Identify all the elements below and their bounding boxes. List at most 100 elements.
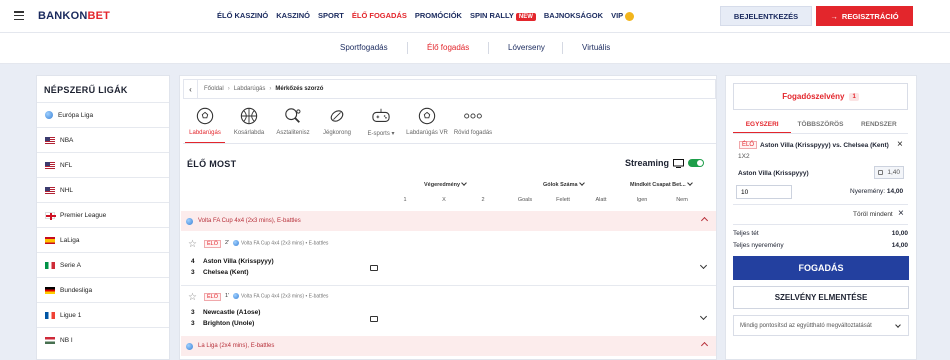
league-label: NFL xyxy=(60,161,73,169)
column-label: 2 xyxy=(481,197,485,203)
sport-label: Labdarúgás VR xyxy=(406,130,448,136)
breadcrumb-home[interactable]: Főoldal xyxy=(204,86,224,92)
league-item[interactable]: Európa Liga xyxy=(37,102,169,127)
league-item[interactable]: NB I xyxy=(37,327,169,352)
subnav-virtual[interactable]: Virtuális xyxy=(582,43,610,52)
clear-all-link[interactable]: Töröl mindent xyxy=(853,211,893,218)
winnings-label: Nyeremény: xyxy=(850,188,886,195)
odds-box: 1,40 xyxy=(874,166,904,179)
odds-change-select[interactable]: Mindig pontosítsd az együttható megválto… xyxy=(733,315,909,336)
us-flag-icon xyxy=(45,161,55,169)
menu-icon[interactable] xyxy=(14,11,24,20)
league-item[interactable]: NHL xyxy=(37,177,169,202)
tab-table-tennis[interactable]: Asztalitenisz xyxy=(271,106,315,137)
tab-single[interactable]: EGYSZERI xyxy=(733,117,792,133)
tab-esports[interactable]: E-sports ▾ xyxy=(359,106,403,137)
tv-icon[interactable] xyxy=(370,316,378,322)
league-item[interactable]: Serie A xyxy=(37,252,169,277)
market-selector[interactable]: Végeredmény xyxy=(424,180,467,188)
live-badge: ÉLŐ xyxy=(204,240,222,248)
column-label: Nem xyxy=(676,197,688,203)
league-item[interactable]: Premier League xyxy=(37,202,169,227)
section-title: ÉLŐ MOST xyxy=(187,159,237,169)
nav-casino[interactable]: KASZINÓ xyxy=(276,11,310,21)
tab-system[interactable]: RENDSZER xyxy=(850,117,908,133)
logo[interactable]: BANKONBET xyxy=(38,10,110,22)
away-score: 3 xyxy=(191,269,195,276)
bet-slip-header[interactable]: Fogadószelvény 1 xyxy=(733,83,908,110)
home-team-name: Aston Villa (Krisspyyy) xyxy=(203,258,274,265)
tab-basketball[interactable]: Kosárlabda xyxy=(227,106,271,137)
bet-slip-panel: Fogadószelvény 1 EGYSZERI TÖBBSZÖRÖS REN… xyxy=(725,75,917,360)
match-minute: 2' xyxy=(225,240,230,246)
potential-win: Nyeremény: 14,00 xyxy=(850,188,903,195)
nav-sport[interactable]: SPORT xyxy=(318,11,344,21)
nav-live-betting[interactable]: ÉLŐ FOGADÁS xyxy=(352,11,407,21)
league-item[interactable]: NBA xyxy=(37,127,169,152)
subnav-live-betting[interactable]: Élő fogadás xyxy=(427,43,469,52)
soccer-ball-icon xyxy=(195,106,215,126)
tab-soccer-vr[interactable]: Labdarúgás VR xyxy=(403,106,451,137)
tab-soccer[interactable]: Labdarúgás xyxy=(183,106,227,144)
star-icon[interactable]: ☆ xyxy=(188,292,197,303)
nav-vip-label: VIP xyxy=(611,11,624,20)
toggle-switch[interactable] xyxy=(688,159,705,167)
chevron-down-icon[interactable] xyxy=(699,312,708,321)
close-icon[interactable]: × xyxy=(898,208,904,219)
match-row[interactable]: ☆ ÉLŐ 1' Volta FA Cup 4x4 (2x3 mins) • E… xyxy=(181,287,716,337)
league-item[interactable]: NFL xyxy=(37,152,169,177)
league-item[interactable]: Bundesliga xyxy=(37,277,169,302)
nav-vip[interactable]: VIP xyxy=(611,11,635,21)
home-score: 3 xyxy=(191,309,195,316)
breadcrumb-separator-icon: › xyxy=(227,86,230,92)
tv-icon[interactable] xyxy=(370,265,378,271)
chevron-down-icon: ▾ xyxy=(391,131,395,137)
login-button[interactable]: BEJELENTKEZÉS xyxy=(720,6,812,26)
close-icon[interactable]: × xyxy=(897,139,903,150)
bet-selection: Aston Villa (Krisspyyy) xyxy=(738,170,809,177)
competition-header[interactable]: Volta FA Cup 4x4 (2x3 mins), E-battles xyxy=(181,211,716,231)
nav-promotions[interactable]: PROMÓCIÓK xyxy=(415,11,462,21)
globe-icon xyxy=(186,217,193,225)
nav-live-casino[interactable]: ÉLŐ KASZINÓ xyxy=(217,11,268,21)
us-flag-icon xyxy=(45,136,55,144)
streaming-label: Streaming xyxy=(625,158,670,168)
league-label: Ligue 1 xyxy=(60,311,82,319)
nav-spin-rally[interactable]: SPIN RALLY NEW xyxy=(470,11,536,21)
back-arrow-icon[interactable]: ‹ xyxy=(184,80,198,98)
register-button[interactable]: → REGISZTRÁCIÓ xyxy=(816,6,913,26)
save-slip-button[interactable]: SZELVÉNY ELMENTÉSE xyxy=(733,286,909,309)
league-label: Európa Liga xyxy=(58,111,94,119)
globe-icon xyxy=(186,342,193,350)
chevron-down-icon[interactable] xyxy=(699,261,708,270)
star-icon[interactable]: ☆ xyxy=(188,239,197,250)
streaming-toggle[interactable]: Streaming xyxy=(625,158,705,168)
market-selector[interactable]: Mindkét Csapat Bet... xyxy=(630,180,693,188)
column-label: Igen xyxy=(636,197,648,203)
main-nav: ÉLŐ KASZINÓ KASZINÓ SPORT ÉLŐ FOGADÁS PR… xyxy=(217,11,635,21)
league-item[interactable]: Ligue 1 xyxy=(37,302,169,327)
winnings-value: 14,00 xyxy=(886,188,904,195)
nav-tournaments[interactable]: BAJNOKSÁGOK xyxy=(544,11,603,21)
subnav-horse-racing[interactable]: Lóverseny xyxy=(508,43,545,52)
stake-input[interactable] xyxy=(736,185,792,199)
competition-header[interactable]: La Liga (2x4 mins), E-battles xyxy=(181,336,716,356)
match-row[interactable]: ☆ ÉLŐ 2' Volta FA Cup 4x4 (2x3 mins) • E… xyxy=(181,234,716,286)
spain-flag-icon xyxy=(45,236,55,244)
tab-multiple[interactable]: TÖBBSZÖRÖS xyxy=(791,117,849,133)
match-minute: 1' xyxy=(225,293,230,299)
coin-icon xyxy=(625,11,635,21)
globe-icon xyxy=(233,240,239,246)
breadcrumb-soccer[interactable]: Labdarúgás xyxy=(234,86,266,92)
breadcrumb: ‹ Főoldal › Labdarúgás › Mérkőzés szorzó xyxy=(183,79,716,99)
subnav-sports-betting[interactable]: Sportfogadás xyxy=(340,43,388,52)
column-label: Alatt xyxy=(595,197,607,203)
tab-ice-hockey[interactable]: Jégkorong xyxy=(315,106,359,137)
place-bet-button[interactable]: FOGADÁS xyxy=(733,256,909,280)
table-tennis-icon xyxy=(283,106,303,126)
tab-short-bet[interactable]: Rövid fogadás xyxy=(451,106,495,137)
arrow-right-icon: → xyxy=(830,11,838,21)
breadcrumb-current: Mérkőzés szorzó xyxy=(275,86,324,92)
market-selector[interactable]: Gólok Száma xyxy=(543,180,585,188)
league-item[interactable]: LaLiga xyxy=(37,227,169,252)
